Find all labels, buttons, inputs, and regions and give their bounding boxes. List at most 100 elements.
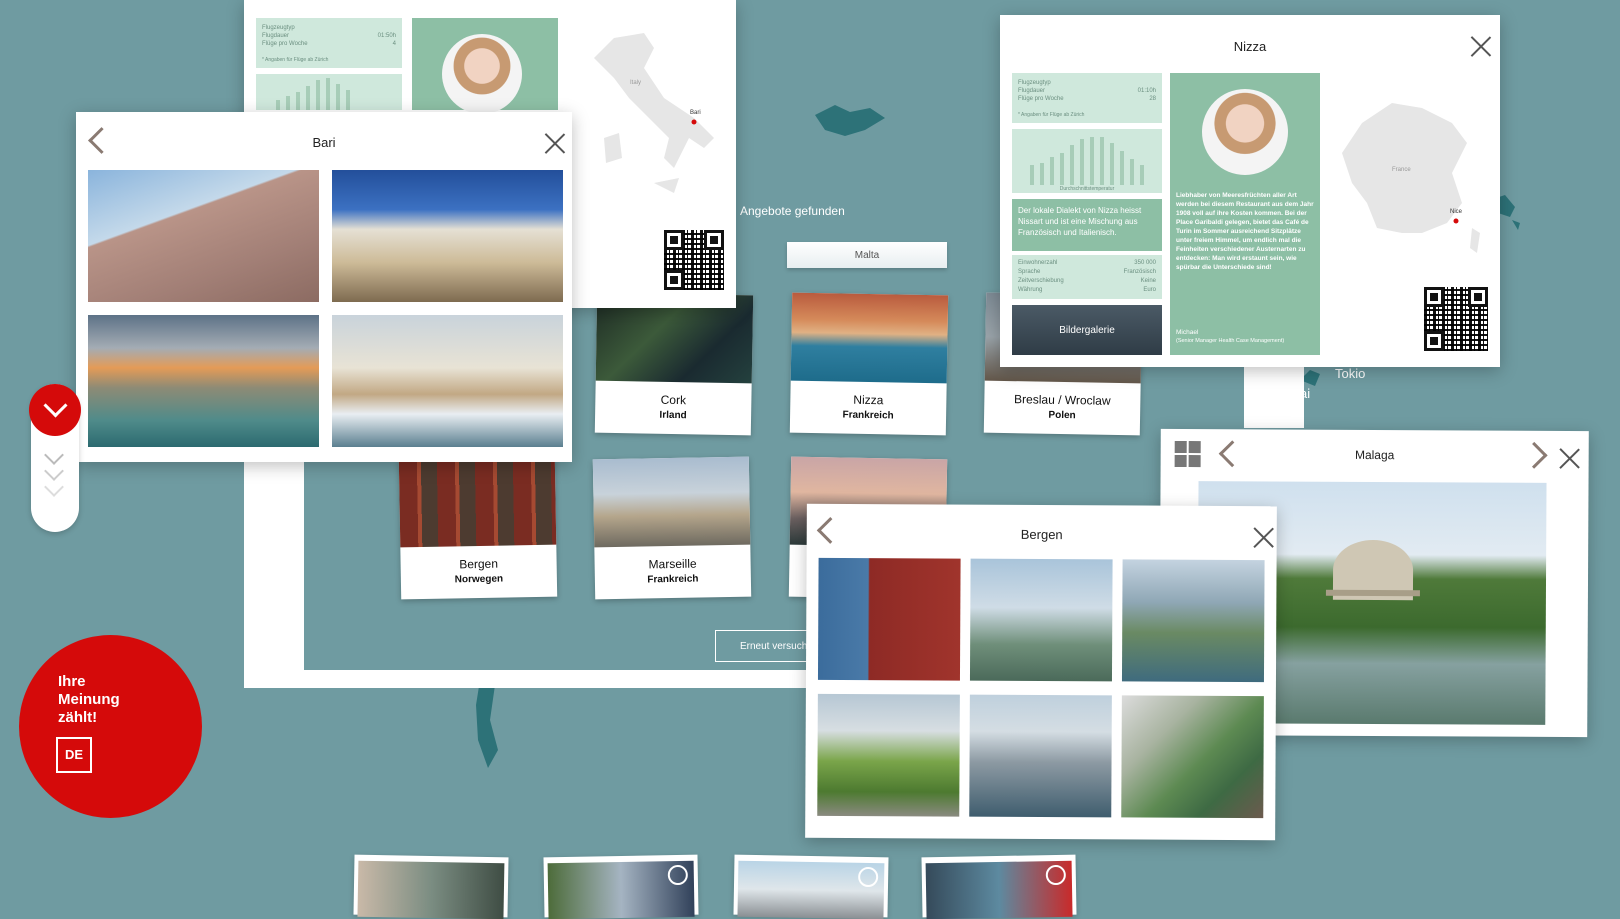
temperature-chart — [256, 74, 402, 110]
malta-label: Malta — [854, 250, 880, 261]
temperature-chart: Durchschnittstemperatur — [1012, 129, 1162, 193]
bari-photo-coast[interactable] — [88, 315, 319, 447]
stats-note: * Angaben für Flüge ab Zürich — [262, 57, 329, 63]
stats-duration: 01:50h — [377, 33, 396, 39]
thumbnail-1[interactable] — [353, 854, 509, 919]
feedback-line3: zählt! — [58, 709, 98, 726]
bergen-photo — [398, 456, 557, 548]
info-value: Französisch — [1123, 269, 1156, 275]
stats-duration: 01:10h — [1137, 88, 1156, 94]
more-chevrons-icon — [44, 445, 64, 497]
bergen-gallery-panel: Bergen — [805, 503, 1277, 841]
chart-caption: Durchschnittstemperatur — [1059, 186, 1115, 192]
crew-avatar — [442, 34, 522, 114]
flight-stats: Flugzeugtyp Flugdauer Flüge pro Woche 01… — [256, 18, 402, 68]
scroll-down-button[interactable] — [29, 384, 81, 436]
destination-country: Polen — [1048, 409, 1076, 422]
quote-text: Liebhaber von Meeresfrüchten aller Art w… — [1176, 192, 1314, 271]
panel-title: Bergen — [1020, 526, 1063, 543]
destination-city: Marseille — [648, 556, 697, 572]
info-label: Währung — [1018, 287, 1043, 293]
map-label-bari: Bari — [690, 110, 701, 116]
bari-photo-street[interactable] — [332, 170, 563, 302]
panel-title: Nizza — [1233, 39, 1267, 54]
bergen-photo-houses[interactable] — [817, 557, 961, 681]
destination-card-cork[interactable]: Cork Irland — [594, 292, 754, 436]
info-label: Zeitverschiebung — [1018, 278, 1064, 284]
stats-row1: Flugzeugtyp — [262, 25, 295, 31]
destination-city: Breslau / Wroclaw — [1014, 392, 1111, 408]
feedback-line1: Ihre — [58, 673, 86, 690]
chevron-down-icon — [43, 393, 68, 418]
marseille-photo — [592, 456, 751, 548]
destination-country: Frankreich — [842, 409, 894, 422]
info-value: Euro — [1143, 287, 1156, 293]
feedback-line2: Meinung — [58, 691, 120, 708]
close-icon[interactable] — [544, 132, 566, 154]
bergen-photo-trees[interactable] — [817, 693, 960, 817]
malta-tab[interactable]: Malta — [787, 242, 947, 268]
stats-note: * Angaben für Flüge ab Zürich — [1018, 112, 1085, 118]
destination-city: Cork — [660, 392, 687, 408]
city-info: Einwohnerzahl 350 000 Sprache Französisc… — [1012, 255, 1162, 299]
map-land-islands — [810, 100, 890, 140]
bari-gallery-panel: Bari — [76, 112, 572, 462]
destination-card-nizza[interactable]: Nizza Frankreich — [789, 292, 949, 436]
destination-country: Frankreich — [647, 573, 699, 586]
stats-row3: Flüge pro Woche — [262, 41, 308, 47]
quote-author-role: (Senior Manager Health Case Management) — [1176, 338, 1285, 344]
italy-map: Italy Bari — [574, 18, 724, 198]
thumbnail-2[interactable] — [543, 854, 699, 919]
employee-quote: Liebhaber von Meeresfrüchten aller Art w… — [1170, 73, 1320, 355]
france-map: France Nice — [1332, 93, 1482, 263]
crew-portrait-bg — [412, 18, 558, 114]
close-icon[interactable] — [1559, 447, 1581, 469]
stats-row1: Flugzeugtyp — [1018, 80, 1051, 86]
qr-code — [664, 230, 724, 290]
bari-photo-tower[interactable] — [88, 170, 319, 302]
feedback-button[interactable]: Ihre Meinung zählt! DE — [19, 635, 202, 818]
destination-city: Nizza — [853, 392, 884, 408]
flight-stats: Flugzeugtyp Flugdauer Flüge pro Woche 01… — [1012, 73, 1162, 123]
bari-photo-harbor[interactable] — [332, 315, 563, 447]
language-label: DE — [64, 747, 84, 762]
fun-fact-text: Der lokale Dialekt von Nizza heisst Niss… — [1018, 206, 1142, 237]
stats-per-week: 4 — [392, 41, 396, 47]
close-icon[interactable] — [1253, 526, 1275, 548]
map-label-italy: Italy — [630, 80, 642, 86]
destination-card-bergen[interactable]: Bergen Norwegen — [398, 456, 558, 600]
destination-card-marseille[interactable]: Marseille Frankreich — [592, 456, 752, 600]
close-icon[interactable] — [1470, 35, 1492, 57]
info-label: Sprache — [1018, 269, 1041, 275]
stats-row2: Flugdauer — [1018, 88, 1046, 94]
destination-city: Bergen — [459, 556, 499, 572]
panel-title: Bari — [312, 135, 336, 150]
tokyo-suffix: ai — [1300, 386, 1311, 401]
stats-per-week: 28 — [1149, 96, 1156, 102]
bergen-photo-cityview[interactable] — [1121, 559, 1265, 683]
info-value: Keine — [1140, 278, 1156, 284]
scroll-widget[interactable] — [29, 384, 81, 532]
bergen-photo-signpost[interactable] — [969, 558, 1113, 682]
quote-author: Michael — [1176, 329, 1199, 336]
tokyo-label: Tokio — [1335, 366, 1366, 381]
destination-country: Irland — [659, 409, 687, 422]
gallery-button[interactable]: Bildergalerie — [1012, 305, 1162, 355]
qr-code — [1424, 287, 1488, 351]
language-button[interactable]: DE — [56, 737, 92, 773]
destination-country: Norwegen — [454, 573, 504, 586]
next-arrow-icon[interactable] — [1531, 441, 1549, 471]
thumbnail-4[interactable] — [921, 854, 1077, 919]
nizza-info-panel: Nizza Flugzeugtyp Flugdauer Flüge pro Wo… — [1000, 15, 1500, 367]
map-land-chile — [470, 680, 510, 770]
crew-avatar — [1202, 89, 1288, 175]
map-label-nice: Nice — [1450, 209, 1463, 215]
results-count-text: Angebote gefunden — [740, 204, 845, 218]
map-label-france: France — [1392, 167, 1411, 173]
stats-row2: Flugdauer — [262, 33, 290, 39]
stats-row3: Flüge pro Woche — [1018, 96, 1064, 102]
gallery-button-label: Bildergalerie — [1059, 325, 1115, 336]
thumbnail-3[interactable] — [733, 854, 889, 919]
bergen-photo-harbor[interactable] — [969, 694, 1112, 818]
bergen-photo-mural[interactable] — [1121, 695, 1264, 819]
